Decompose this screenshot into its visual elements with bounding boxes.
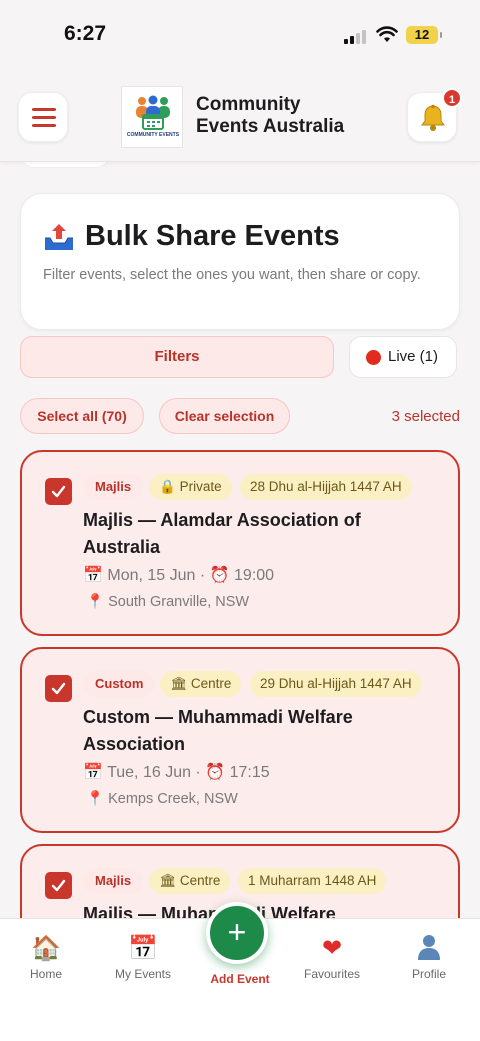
app-title: Community Events Australia [196, 94, 396, 138]
nav-favourites-label: Favourites [303, 967, 361, 981]
live-dot-icon [366, 350, 381, 365]
event-card[interactable]: Majlis 🔒 Private 28 Dhu al-Hijjah 1447 A… [20, 450, 460, 636]
selected-count: 3 selected [391, 408, 460, 425]
nav-my-events-label: My Events [114, 967, 171, 981]
live-filter-button[interactable]: Live (1) [349, 336, 457, 378]
outbox-tray-icon [45, 224, 73, 250]
nav-my-events[interactable]: 📅 My Events [98, 933, 188, 981]
event-datetime: 📅 Mon, 15 Jun · ⏰ 19:00 [83, 565, 275, 584]
hijri-date-tag: 29 Dhu al-Hijjah 1447 AH [250, 671, 422, 697]
status-time: 6:27 [64, 22, 107, 45]
nav-profile-label: Profile [411, 967, 446, 981]
event-type-tag: Majlis [83, 868, 144, 894]
event-location: 📍 South Granville, NSW [86, 592, 249, 612]
bell-icon [421, 104, 445, 131]
nav-profile[interactable]: Profile [384, 933, 474, 981]
page-description: Filter events, select the ones you want,… [43, 267, 421, 283]
event-type-tag: Majlis [83, 474, 144, 500]
logo-text: COMMUNITY EVENTS [126, 132, 180, 138]
event-checkbox[interactable] [45, 675, 72, 702]
app-header: COMMUNITY EVENTS Community Events Austra… [0, 70, 480, 162]
add-event-label: Add Event [210, 972, 270, 986]
checkmark-icon [51, 879, 66, 892]
plus-icon: + [227, 914, 247, 950]
house-icon: 🏠 [31, 934, 61, 962]
select-all-button[interactable]: Select all (70) [20, 398, 144, 434]
signal-icon [344, 28, 370, 44]
app-title-line1: Community [196, 94, 301, 115]
privacy-tag: 🏛 Centre [149, 868, 231, 894]
wifi-icon [376, 26, 398, 42]
nav-home-label: Home [29, 967, 62, 981]
event-datetime: 📅 Tue, 16 Jun · ⏰ 17:15 [83, 762, 270, 781]
heart-icon: ❤ [321, 934, 343, 962]
checkmark-icon [51, 682, 66, 695]
location-pin-icon: 📍 [86, 791, 105, 807]
battery-icon: 12 [406, 26, 442, 44]
nav-favourites[interactable]: ❤ Favourites [287, 933, 377, 981]
privacy-label: Private [179, 479, 222, 494]
calendar-icon: 📅 [83, 762, 103, 781]
calendar-logo-icon [142, 114, 164, 130]
alarm-clock-icon: ⏰ [209, 565, 230, 584]
app-title-line2: Events Australia [196, 116, 345, 137]
privacy-tag: 🔒 Private [149, 474, 232, 500]
event-location-text: Kemps Creek, NSW [108, 791, 238, 807]
lock-icon: 🔒 [159, 479, 176, 495]
event-location: 📍 Kemps Creek, NSW [86, 789, 238, 809]
bulk-share-card: Bulk Share Events Filter events, select … [20, 193, 460, 330]
event-date: Tue, 16 Jun [107, 764, 191, 781]
event-time: 19:00 [234, 567, 275, 584]
filters-button[interactable]: Filters [20, 336, 334, 378]
event-location-text: South Granville, NSW [108, 594, 250, 610]
hijri-date-tag: 28 Dhu al-Hijjah 1447 AH [240, 474, 412, 500]
privacy-tag: 🏛 Centre [160, 671, 242, 697]
event-time: 17:15 [229, 764, 270, 781]
event-card[interactable]: Custom 🏛 Centre 29 Dhu al-Hijjah 1447 AH… [20, 647, 460, 833]
page-title: Bulk Share Events [85, 220, 340, 252]
notification-badge: 1 [442, 88, 462, 108]
event-title: Majlis — Alamdar Association of Australi… [83, 510, 361, 557]
building-icon: 🏛 [170, 676, 188, 692]
alarm-clock-icon: ⏰ [205, 762, 226, 781]
calendar-icon: 📅 [128, 934, 158, 962]
event-type-tag: Custom [83, 671, 156, 697]
menu-button[interactable] [18, 92, 68, 142]
privacy-label: Centre [190, 676, 232, 691]
checkmark-icon [51, 485, 66, 498]
nav-home[interactable]: 🏠 Home [1, 933, 91, 981]
app-logo: COMMUNITY EVENTS [121, 86, 183, 148]
event-checkbox[interactable] [45, 478, 72, 505]
event-checkbox[interactable] [45, 872, 72, 899]
event-date: Mon, 15 Jun [107, 567, 196, 584]
location-pin-icon: 📍 [86, 594, 105, 610]
add-event-button[interactable]: + [206, 902, 268, 964]
live-label: Live (1) [388, 348, 439, 365]
status-bar: 6:27 12 [0, 0, 480, 70]
calendar-icon: 📅 [83, 565, 103, 584]
privacy-label: Centre [179, 873, 221, 888]
user-icon [384, 933, 474, 963]
hijri-date-tag: 1 Muharram 1448 AH [238, 868, 387, 894]
event-title: Custom — Muhammadi Welfare Association [83, 707, 353, 754]
clear-selection-button[interactable]: Clear selection [159, 398, 290, 434]
building-icon: 🏛 [159, 873, 177, 889]
